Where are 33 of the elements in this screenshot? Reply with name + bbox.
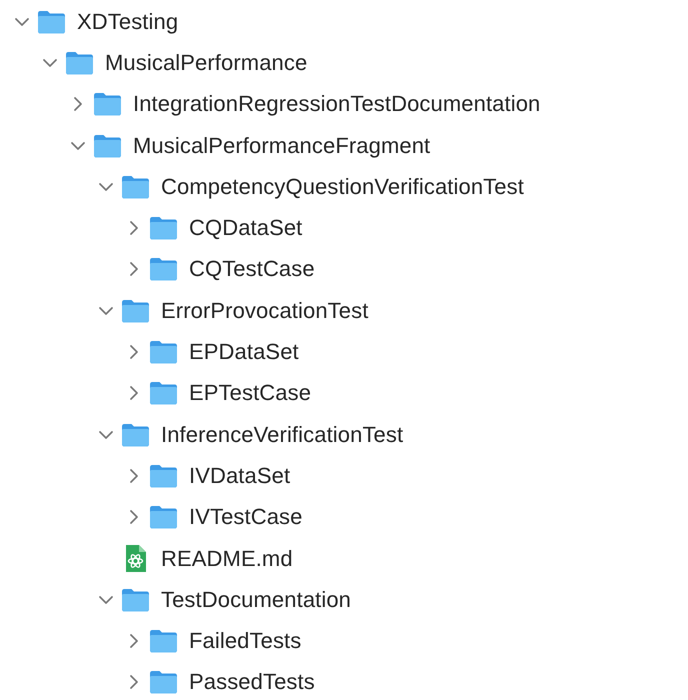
folder-name[interactable]: PassedTests (189, 669, 315, 696)
folder-icon (121, 174, 150, 199)
folder-icon (149, 629, 178, 654)
folder-name[interactable]: IVDataSet (189, 462, 290, 489)
folder-name[interactable]: InferenceVerificationTest (161, 422, 404, 448)
folder-icon (149, 340, 178, 364)
folder-name[interactable]: TestDocumentation (161, 586, 352, 613)
folder-name[interactable]: MusicalPerformanceFragment (133, 132, 430, 159)
folder-name[interactable]: IVTestCase (189, 504, 302, 530)
folder-name[interactable]: CompetencyQuestionVerificationTest (161, 174, 524, 200)
folder-icon (37, 10, 66, 34)
folder-icon (149, 464, 178, 488)
folder-icon (121, 588, 150, 612)
file-name[interactable]: README.md (161, 546, 293, 572)
folder-name[interactable]: ErrorProvocationTest (161, 298, 368, 324)
folder-name[interactable]: EPDataSet (189, 339, 299, 366)
folder-icon (93, 134, 122, 158)
folder-icon (121, 422, 150, 447)
folder-name[interactable]: EPTestCase (189, 380, 312, 406)
folder-name[interactable]: FailedTests (189, 628, 302, 654)
folder-name[interactable]: IntegrationRegressionTestDocumentation (133, 91, 540, 118)
folder-icon (149, 216, 178, 240)
folder-icon (121, 298, 150, 323)
folder-name[interactable]: XDTesting (77, 8, 178, 35)
folder-name[interactable]: MusicalPerformance (105, 50, 308, 76)
folder-icon (93, 92, 122, 116)
folder-name[interactable]: CQDataSet (189, 215, 302, 242)
folder-icon (65, 50, 94, 75)
folder-icon (149, 505, 178, 530)
folder-icon (149, 670, 178, 694)
folder-icon (149, 381, 178, 406)
folder-icon (149, 257, 178, 282)
folder-name[interactable]: CQTestCase (189, 256, 315, 282)
